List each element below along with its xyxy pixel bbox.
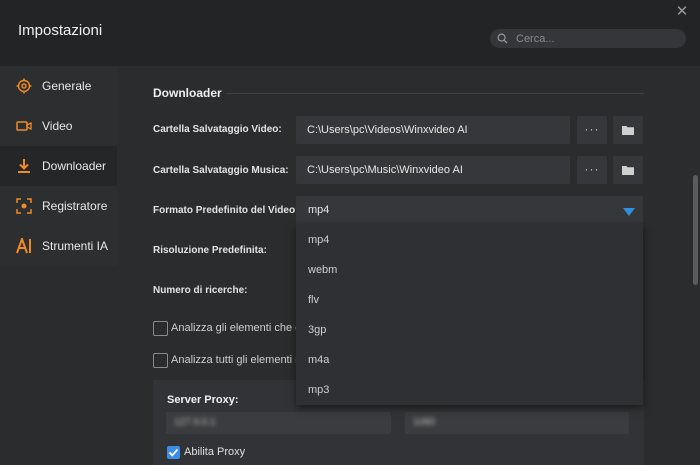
gear-icon	[16, 78, 32, 94]
format-option-flv[interactable]: flv	[308, 294, 319, 306]
format-option-webm[interactable]: webm	[308, 264, 337, 276]
section-divider	[226, 93, 644, 94]
proxy-host-value: 127.0.0.1	[174, 417, 216, 428]
resolution-label: Risoluzione Predefinita:	[153, 245, 267, 256]
sidebar-item-registratore[interactable]: Registratore	[0, 186, 117, 226]
format-select[interactable]: mp4	[296, 196, 643, 224]
proxy-port-field[interactable]: 1080	[405, 412, 629, 434]
open-video-folder-button[interactable]	[613, 116, 643, 144]
video-folder-label: Cartella Salvataggio Video:	[153, 124, 282, 135]
format-selected-value: mp4	[308, 204, 330, 216]
folder-icon	[622, 166, 634, 175]
format-option-mp4[interactable]: mp4	[308, 234, 329, 246]
checkmark-icon	[168, 448, 179, 457]
window-title: Impostazioni	[18, 22, 103, 39]
browse-music-folder-button[interactable]: ···	[577, 156, 607, 184]
chevron-down-icon	[623, 208, 635, 216]
more-icon: ···	[584, 162, 600, 176]
sidebar-item-label: Registratore	[42, 199, 108, 213]
folder-icon	[622, 126, 634, 135]
video-camera-icon	[16, 121, 32, 131]
format-option-3gp[interactable]: 3gp	[308, 324, 326, 336]
sidebar-item-generale[interactable]: Generale	[0, 66, 117, 106]
sidebar-item-label: Strumenti IA	[42, 239, 109, 253]
search-icon	[497, 33, 508, 44]
search-box[interactable]	[490, 29, 686, 48]
more-icon: ···	[584, 122, 600, 136]
video-folder-field[interactable]: C:\Users\pc\Videos\Winxvideo AI	[296, 116, 570, 144]
sidebar-item-downloader[interactable]: Downloader	[0, 146, 117, 186]
download-icon	[18, 159, 30, 173]
sidebar-item-label: Generale	[42, 79, 92, 93]
title-bar: Impostazioni ✕	[0, 0, 700, 66]
checkbox[interactable]	[153, 353, 168, 368]
format-option-mp3[interactable]: mp3	[308, 384, 329, 396]
search-count-label: Numero di ricerche:	[153, 285, 248, 296]
format-option-m4a[interactable]: m4a	[308, 354, 329, 366]
close-icon[interactable]: ✕	[674, 4, 690, 20]
section-title: Downloader	[153, 86, 222, 100]
video-folder-value: C:\Users\pc\Videos\Winxvideo AI	[307, 124, 468, 136]
sidebar-item-video[interactable]: Video	[0, 106, 117, 146]
scrollbar[interactable]	[693, 175, 698, 285]
sidebar-item-label: Video	[42, 119, 73, 133]
music-folder-field[interactable]: C:\Users\pc\Music\Winxvideo AI	[296, 156, 570, 184]
analyze-option-2-label: Analizza tutti gli elementi ne	[171, 354, 308, 366]
proxy-host-field[interactable]: 127.0.0.1	[166, 412, 391, 434]
music-folder-value: C:\Users\pc\Music\Winxvideo AI	[307, 164, 463, 176]
browse-video-folder-button[interactable]: ···	[577, 116, 607, 144]
checkbox[interactable]	[153, 321, 168, 336]
format-label: Formato Predefinito del Video:	[153, 205, 299, 216]
sidebar: Generale Video Downloader Registratore S…	[0, 66, 117, 465]
search-input[interactable]	[514, 30, 683, 48]
proxy-title: Server Proxy:	[167, 394, 239, 406]
open-music-folder-button[interactable]	[613, 156, 643, 184]
sidebar-item-label: Downloader	[42, 159, 107, 173]
sidebar-item-strumenti-ia[interactable]: Strumenti IA	[0, 226, 117, 266]
proxy-port-value: 1080	[413, 417, 436, 428]
ai-icon	[16, 238, 31, 254]
screen-record-icon	[16, 198, 32, 214]
format-dropdown-list: mp4 webm flv 3gp m4a mp3	[296, 224, 643, 405]
music-folder-label: Cartella Salvataggio Musica:	[153, 165, 289, 176]
enable-proxy-checkbox[interactable]	[167, 446, 180, 459]
analyze-option-1-label: Analizza gli elementi che er	[171, 322, 305, 334]
enable-proxy-label: Abilita Proxy	[184, 446, 246, 458]
